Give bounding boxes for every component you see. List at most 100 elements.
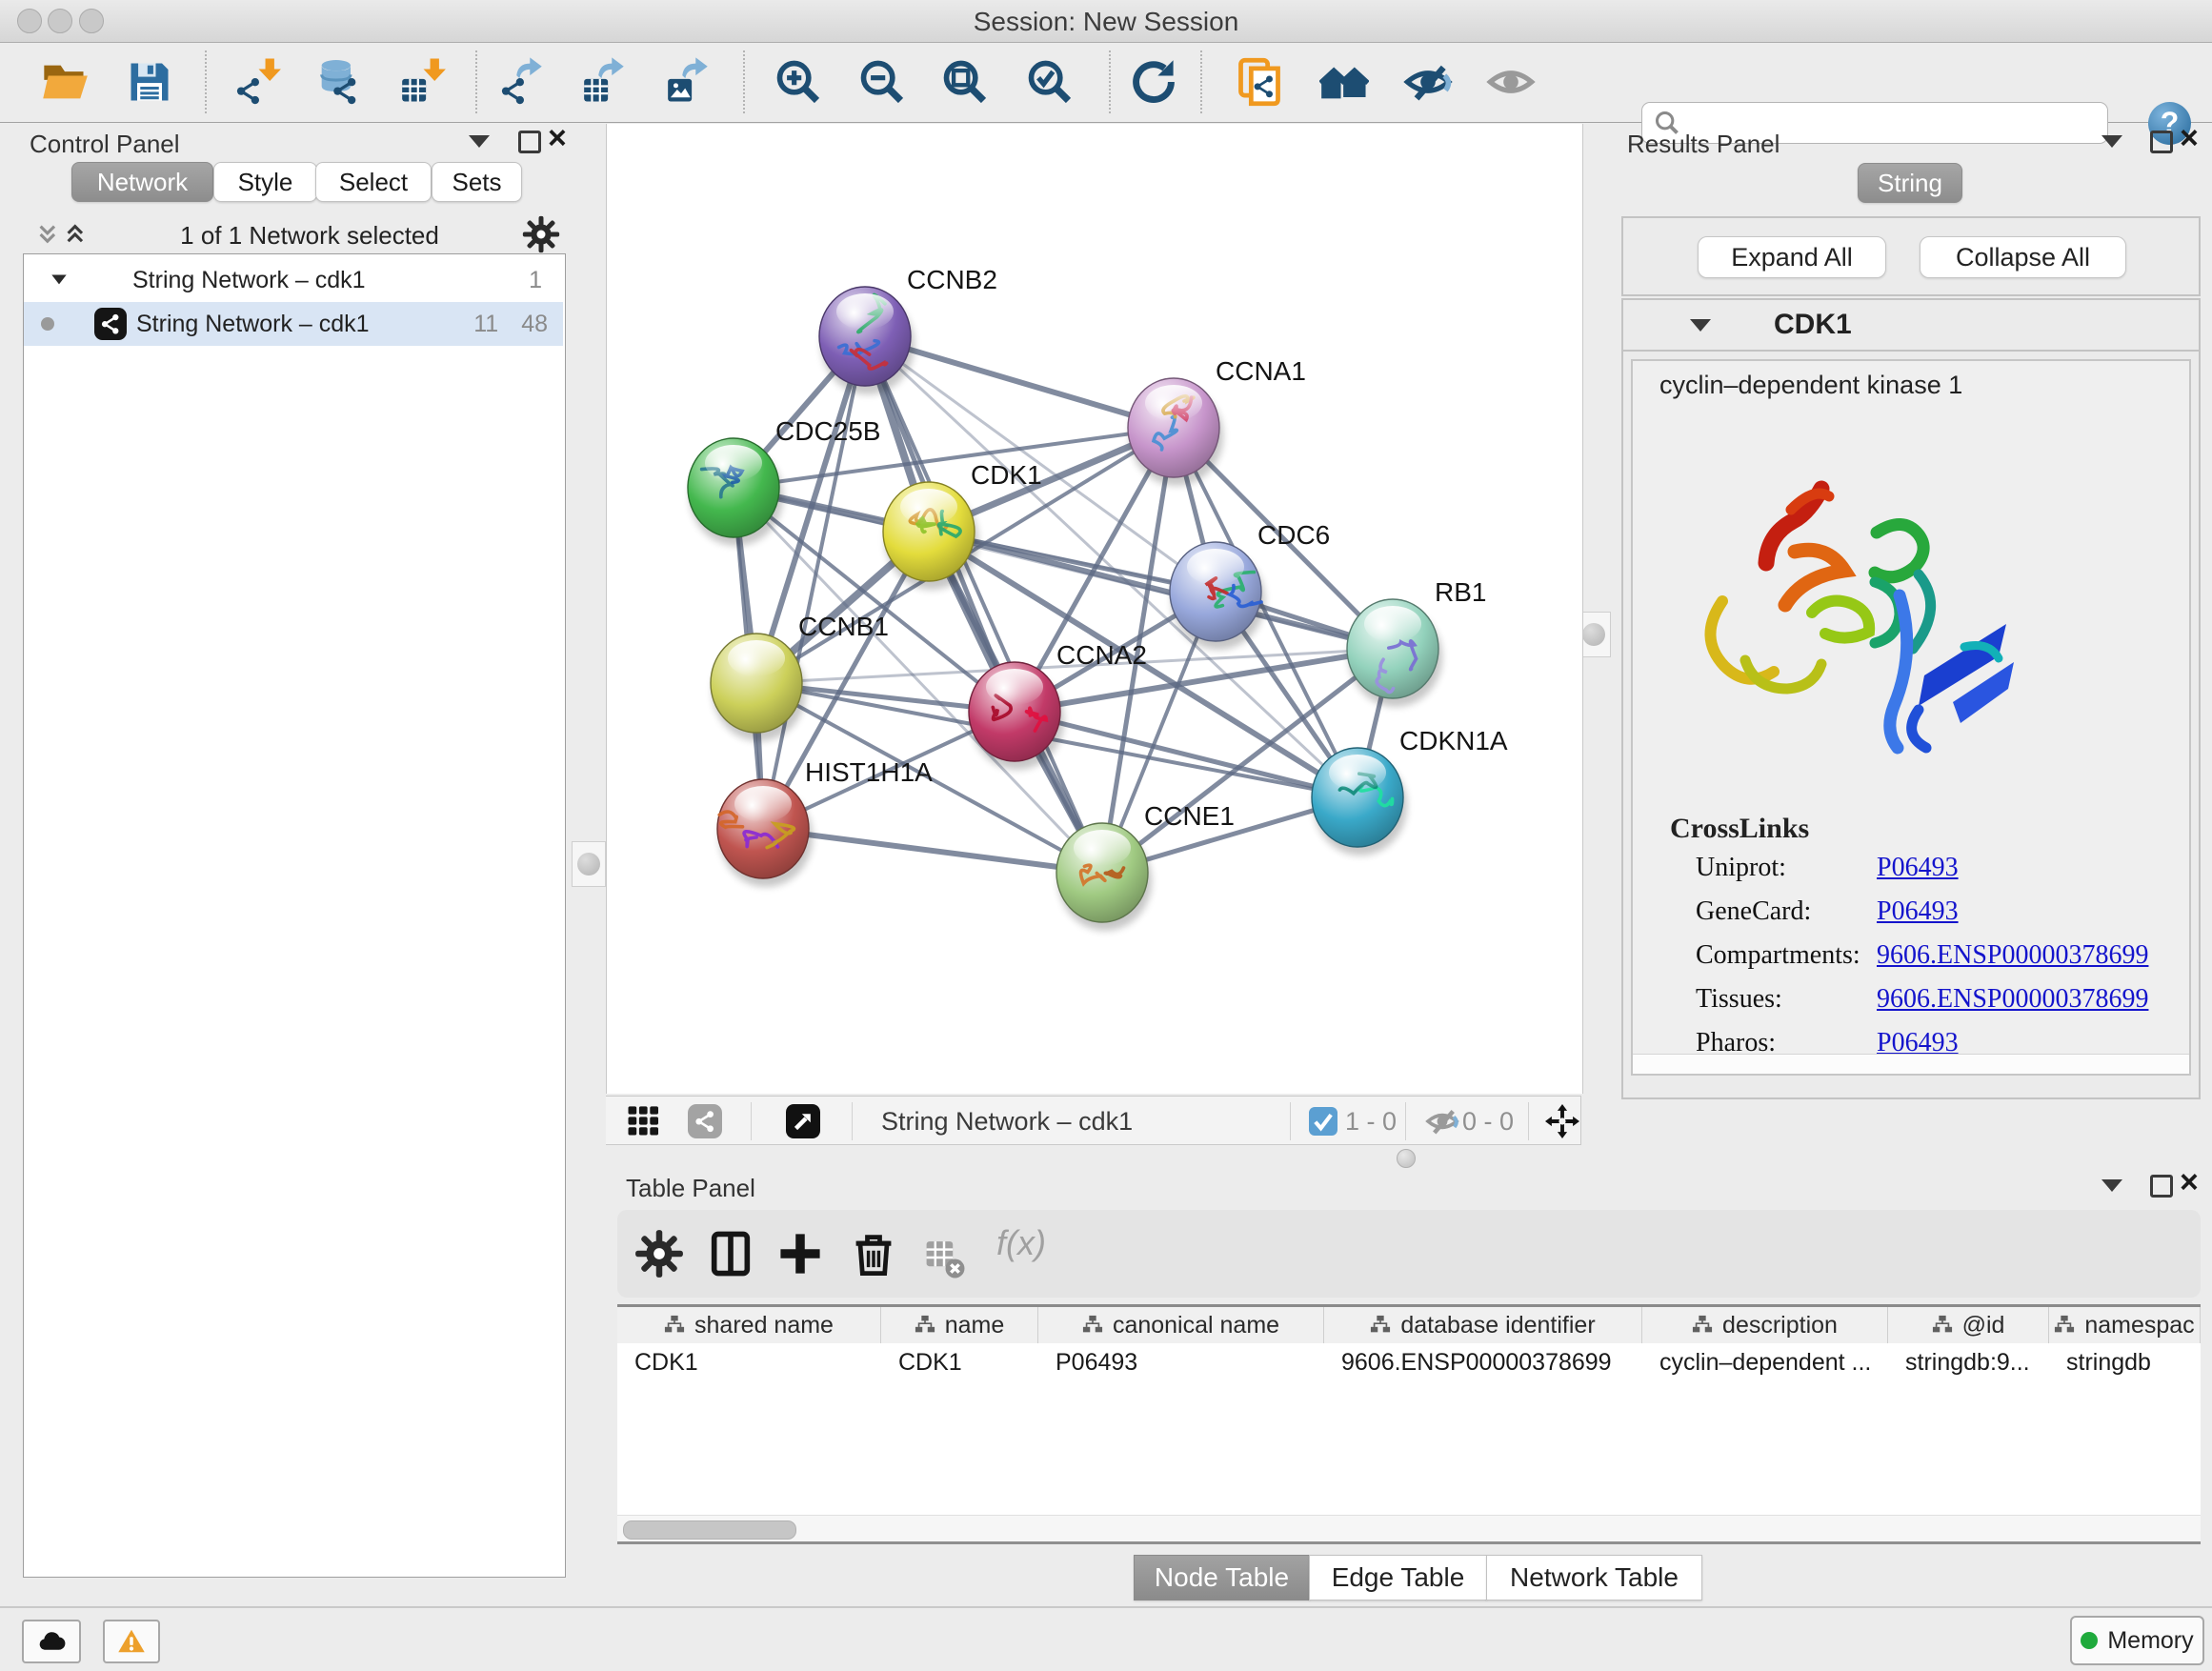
column-header-namespac[interactable]: namespac: [2049, 1307, 2201, 1343]
tree-expander-icon[interactable]: [49, 270, 70, 291]
tab-network-table[interactable]: Network Table: [1486, 1555, 1702, 1601]
tab-sets[interactable]: Sets: [432, 162, 522, 202]
table-panel-collapse-icon[interactable]: [2101, 1179, 2122, 1192]
export-table-button[interactable]: [577, 54, 633, 110]
export-image-button[interactable]: [661, 54, 716, 110]
memory-button[interactable]: Memory: [2070, 1616, 2204, 1665]
main-toolbar: ?: [0, 43, 2212, 123]
column-header-database-identifier[interactable]: database identifier: [1324, 1307, 1642, 1343]
results-panel-collapse-icon[interactable]: [2101, 135, 2122, 148]
table-columns-icon[interactable]: [706, 1229, 755, 1278]
zoom-in-button[interactable]: [771, 54, 826, 110]
table-cell[interactable]: stringdb:9...: [1888, 1343, 2049, 1381]
table-row[interactable]: CDK1CDK1P064939606.ENSP00000378699cyclin…: [617, 1343, 2201, 1381]
edge-HIST1H1A-CCNE1[interactable]: [763, 829, 1102, 873]
expand-all-tree-icon[interactable]: [65, 223, 88, 246]
table-panel-close-icon[interactable]: ×: [2180, 1173, 2199, 1192]
birds-eye-view-icon[interactable]: [786, 1104, 820, 1138]
edge-CCNB2-CCNE1[interactable]: [865, 336, 1102, 873]
refresh-icon: [1129, 57, 1178, 107]
results-hscrollbar[interactable]: [1633, 1054, 2189, 1074]
crosslink-value-link[interactable]: 9606.ENSP00000378699: [1877, 940, 2148, 971]
horizontal-splitter-knob[interactable]: [1397, 1149, 1416, 1168]
annotations-button[interactable]: [1232, 54, 1287, 110]
node-RB1[interactable]: RB1: [1347, 577, 1486, 707]
hidden-eye-slash-icon[interactable]: [1425, 1104, 1459, 1138]
crosslink-value-link[interactable]: P06493: [1877, 896, 1959, 927]
network-panel-gear-icon[interactable]: [522, 215, 560, 253]
column-header-shared-name[interactable]: shared name: [617, 1307, 881, 1343]
column-header-canonical-name[interactable]: canonical name: [1038, 1307, 1324, 1343]
zoom-selected-button[interactable]: [1022, 54, 1077, 110]
crosslink-value-link[interactable]: P06493: [1877, 853, 1959, 883]
share-view-icon[interactable]: [688, 1104, 722, 1138]
cdk1-section-header[interactable]: CDK1: [1623, 300, 2199, 352]
hide-selected-button[interactable]: [1400, 54, 1456, 110]
column-header-label: namespac: [2084, 1312, 2194, 1339]
control-panel-title: Control Panel: [30, 130, 180, 159]
control-panel-collapse-icon[interactable]: [469, 135, 490, 148]
tab-node-table[interactable]: Node Table: [1134, 1555, 1310, 1601]
table-cell[interactable]: stringdb: [2049, 1343, 2201, 1381]
left-splitter-handle[interactable]: [572, 841, 606, 887]
grid-view-icon[interactable]: [627, 1104, 661, 1138]
delete-table-icon[interactable]: [922, 1233, 966, 1282]
tab-string[interactable]: String: [1858, 163, 1962, 203]
node-CDC6[interactable]: CDC6: [1170, 520, 1330, 650]
results-panel-close-icon[interactable]: ×: [2180, 129, 2199, 148]
zoom-out-icon: [857, 57, 907, 107]
import-network-button[interactable]: [231, 54, 286, 110]
cloud-button[interactable]: [22, 1620, 81, 1663]
warnings-button[interactable]: [103, 1620, 160, 1663]
node-HIST1H1A[interactable]: HIST1H1A: [717, 757, 933, 887]
open-session-button[interactable]: [37, 54, 92, 110]
add-column-icon[interactable]: [775, 1229, 825, 1278]
table-hscrollbar[interactable]: [617, 1515, 2201, 1542]
control-panel-float-icon[interactable]: [518, 131, 541, 153]
expand-all-button[interactable]: Expand All: [1698, 236, 1886, 278]
table-panel-float-icon[interactable]: [2150, 1175, 2173, 1198]
column-type-icon: [1082, 1315, 1103, 1336]
tab-style[interactable]: Style: [213, 162, 317, 202]
import-database-button[interactable]: [311, 54, 366, 110]
crosslink-value-link[interactable]: 9606.ENSP00000378699: [1877, 984, 2148, 1015]
import-table-button[interactable]: [395, 54, 451, 110]
table-cell[interactable]: 9606.ENSP00000378699: [1324, 1343, 1642, 1381]
network-collection-row[interactable]: String Network – cdk1 1: [24, 258, 563, 302]
table-cell[interactable]: CDK1: [881, 1343, 1038, 1381]
collapse-all-button[interactable]: Collapse All: [1920, 236, 2126, 278]
tab-select[interactable]: Select: [315, 162, 432, 202]
column-header-name[interactable]: name: [881, 1307, 1038, 1343]
fit-crosshair-icon[interactable]: [1545, 1104, 1579, 1138]
results-panel-float-icon[interactable]: [2150, 131, 2173, 153]
table-hscrollbar-thumb[interactable]: [623, 1520, 796, 1540]
collapse-all-tree-icon[interactable]: [37, 223, 60, 246]
control-panel-close-icon[interactable]: ×: [548, 129, 567, 148]
selected-checkbox-icon[interactable]: [1309, 1107, 1337, 1136]
zoom-out-button[interactable]: [855, 54, 910, 110]
export-network-button[interactable]: [495, 54, 551, 110]
column-header-description[interactable]: description: [1642, 1307, 1888, 1343]
tab-edge-table[interactable]: Edge Table: [1309, 1555, 1487, 1601]
table-cell[interactable]: cyclin–dependent ...: [1642, 1343, 1888, 1381]
column-header--id[interactable]: @id: [1888, 1307, 2049, 1343]
function-builder-icon[interactable]: f(x): [996, 1223, 1082, 1273]
home-button[interactable]: [1317, 54, 1372, 110]
node-CCNA1[interactable]: CCNA1: [1128, 356, 1306, 486]
table-cell[interactable]: CDK1: [617, 1343, 881, 1381]
show-all-button[interactable]: [1483, 54, 1538, 110]
table-cell[interactable]: P06493: [1038, 1343, 1324, 1381]
save-session-button[interactable]: [122, 54, 177, 110]
table-gear-icon[interactable]: [634, 1229, 684, 1278]
tab-network[interactable]: Network: [71, 162, 213, 202]
refresh-button[interactable]: [1126, 54, 1181, 110]
node-CCNE1[interactable]: CCNE1: [1056, 801, 1235, 931]
delete-column-icon[interactable]: [849, 1229, 898, 1278]
selected-count: 1 - 0: [1345, 1107, 1397, 1137]
zoom-fit-button[interactable]: [937, 54, 993, 110]
column-header-label: canonical name: [1113, 1312, 1279, 1339]
cdk1-expander-icon[interactable]: [1690, 319, 1711, 332]
node-CDKN1A[interactable]: CDKN1A: [1312, 726, 1508, 856]
network-row-selected[interactable]: String Network – cdk1 11 48: [24, 302, 563, 346]
network-view-canvas[interactable]: CCNB2 CCNA1 CDC25B CDK1 CDC6 R: [606, 124, 1583, 1094]
